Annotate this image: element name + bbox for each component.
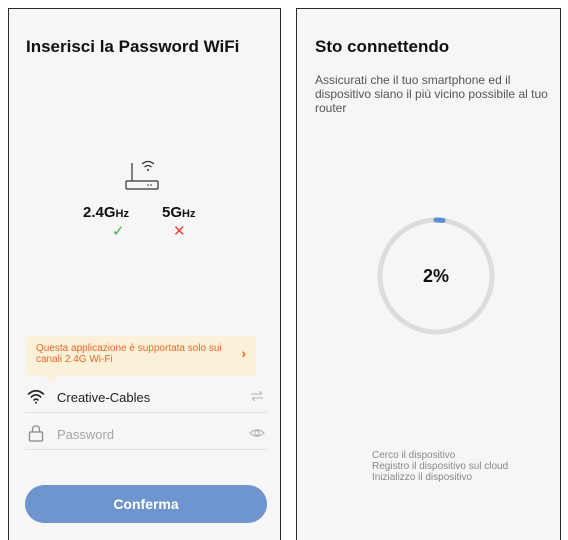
confirm-button[interactable]: Conferma [25, 485, 267, 523]
cross-icon: ✕ [173, 223, 186, 240]
chevron-right-icon: › [241, 345, 246, 361]
router-icon [125, 160, 159, 190]
page-title: Inserisci la Password WiFi [26, 37, 240, 56]
password-input[interactable] [55, 423, 239, 445]
swap-arrows-icon[interactable] [249, 389, 265, 403]
tip-text: Questa applicazione è supportata solo su… [36, 343, 222, 365]
connection-steps: Cerco il dispositivo Registro il disposi… [372, 450, 508, 483]
page-title: Sto connettendo [315, 37, 450, 56]
wifi-network-name: Creative-Cables [57, 390, 151, 405]
connecting-screen: Sto connettendo Assicurati che il tuo sm… [296, 8, 561, 540]
eye-icon[interactable] [249, 426, 265, 440]
progress-percent: 2% [422, 266, 449, 286]
password-field[interactable] [25, 419, 267, 450]
wifi-network-field[interactable]: Creative-Cables [25, 382, 267, 413]
wifi-icon [27, 389, 45, 404]
step-search: Cerco il dispositivo [372, 450, 456, 461]
check-icon: ✓ [112, 223, 125, 240]
wifi-band-tip[interactable]: Questa applicazione è supportata solo su… [27, 336, 256, 382]
wifi-password-screen: Inserisci la Password WiFi 2.4GHz 5GHz ✓… [8, 8, 281, 540]
step-initialize: Inizializzo il dispositivo [372, 472, 473, 483]
connection-instructions: Assicurati che il tuo smartphone ed il d… [315, 73, 548, 115]
band-24ghz-label: 2.4GHz [83, 204, 129, 221]
step-register: Registro il dispositivo sul cloud [372, 461, 509, 472]
band-5ghz-label: 5GHz [162, 204, 196, 221]
lock-icon [28, 425, 44, 442]
